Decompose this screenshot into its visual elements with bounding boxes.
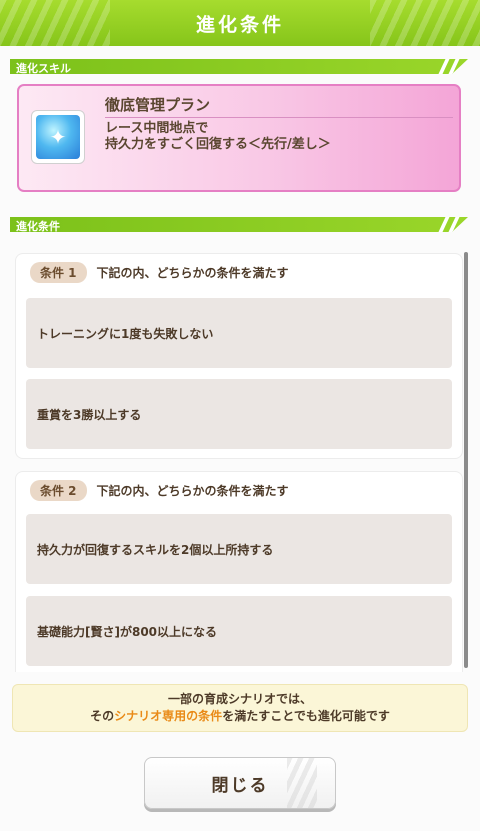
section-slash-decoration [438, 59, 450, 74]
condition-item: 重賞を3勝以上する [26, 379, 452, 449]
evolution-notice: 一部の育成シナリオでは、 そのシナリオ専用の条件を満たすことでも進化可能です [12, 684, 468, 732]
condition-title: 下記の内、どちらかの条件を満たす [96, 265, 289, 280]
condition-item: 基礎能力[賢さ]が800以上になる [26, 596, 452, 666]
skill-section-header: 進化スキル [10, 59, 468, 74]
skill-name: 徹底管理プラン [105, 96, 211, 114]
condition-title: 下記の内、どちらかの条件を満たす [96, 483, 289, 498]
conditions-scroll-area[interactable]: 条件 1 下記の内、どちらかの条件を満たす トレーニングに1度も失敗しない 重賞… [12, 240, 470, 672]
notice-line-1: 一部の育成シナリオでは、 [167, 692, 312, 706]
condition-item-text: 持久力が回復するスキルを2個以上所持する [37, 543, 274, 557]
condition-box-2: 条件 2 下記の内、どちらかの条件を満たす 持久力が回復するスキルを2個以上所持… [16, 472, 462, 672]
sparkle-icon: ✦ [36, 115, 80, 159]
dialog-header: 進化条件 [0, 0, 480, 46]
section-slash-decoration [438, 217, 450, 232]
skill-section-label: 進化スキル [16, 62, 71, 75]
scrollbar[interactable] [464, 252, 468, 668]
skill-card[interactable]: ✦ 徹底管理プラン レース中間地点で 持久力をすごく回復する＜先行/差し＞ [17, 84, 461, 192]
skill-icon-frame: ✦ [31, 110, 85, 164]
condition-item: 持久力が回復するスキルを2個以上所持する [26, 514, 452, 584]
notice-line-2: そのシナリオ専用の条件を満たすことでも進化可能です [13, 708, 467, 725]
close-button-label: 閉じる [211, 775, 269, 796]
condition-box-1: 条件 1 下記の内、どちらかの条件を満たす トレーニングに1度も失敗しない 重賞… [16, 254, 462, 458]
skill-divider [105, 117, 453, 118]
dialog-title: 進化条件 [195, 13, 284, 36]
condition-item-text: トレーニングに1度も失敗しない [37, 327, 214, 341]
skill-description-line-1: レース中間地点で [105, 121, 209, 136]
condition-header: 条件 1 下記の内、どちらかの条件を満たす [30, 261, 289, 283]
skill-description-line-2: 持久力をすごく回復する＜先行/差し＞ [105, 137, 331, 152]
skill-description: レース中間地点で 持久力をすごく回復する＜先行/差し＞ [105, 121, 331, 153]
condition-section-label: 進化条件 [16, 220, 60, 233]
condition-section-header: 進化条件 [10, 217, 468, 232]
condition-item: トレーニングに1度も失敗しない [26, 298, 452, 368]
notice-prefix: その [90, 709, 115, 723]
notice-suffix: を満たすことでも進化可能です [222, 709, 390, 723]
condition-item-text: 重賞を3勝以上する [37, 408, 142, 422]
close-button[interactable]: 閉じる [144, 757, 336, 809]
condition-header: 条件 2 下記の内、どちらかの条件を満たす [30, 479, 289, 501]
condition-item-text: 基礎能力[賢さ]が800以上になる [37, 625, 218, 639]
condition-badge: 条件 1 [30, 261, 87, 283]
condition-badge: 条件 2 [30, 479, 87, 501]
notice-highlight: シナリオ専用の条件 [114, 709, 223, 723]
